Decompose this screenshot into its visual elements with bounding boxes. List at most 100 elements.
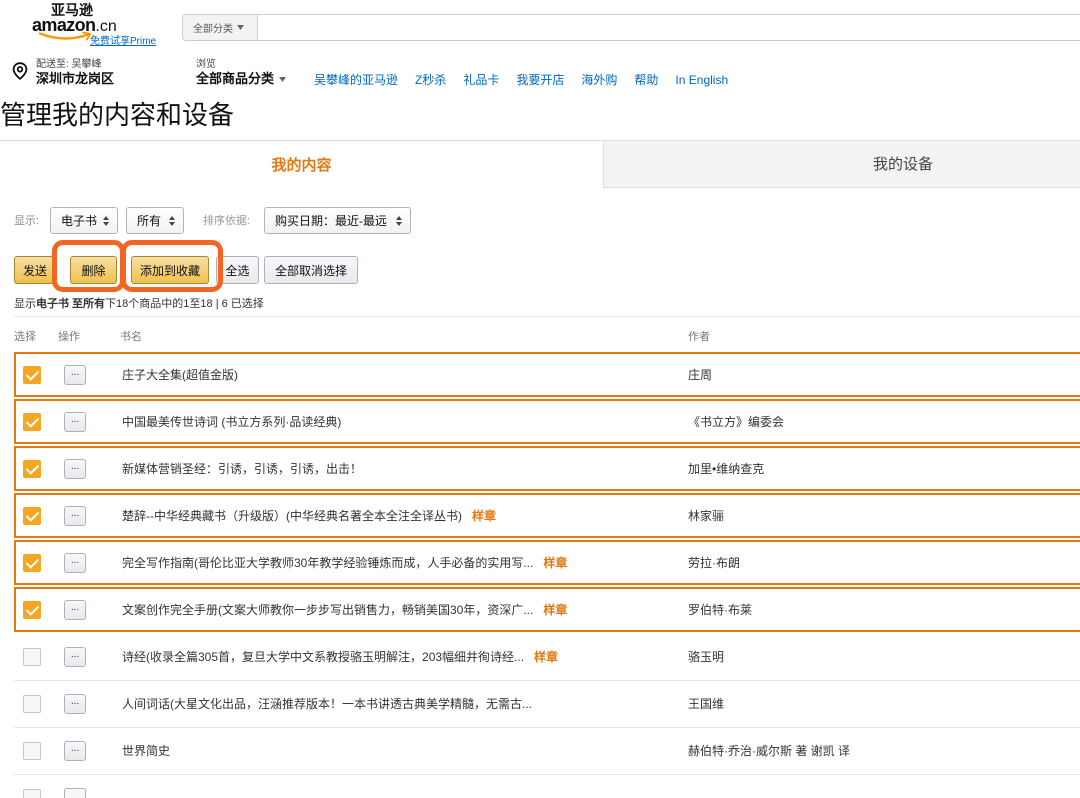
table-row[interactable]: ... 中国最美传世诗词 (书立方系列·品读经典) 《书立方》编委会 (0, 399, 1080, 446)
content-table-body: ... 庄子大全集(超值金版) 庄周... 中国最美传世诗词 (书立方系列·品读经典)… (0, 352, 1080, 798)
nav-link[interactable]: Z秒杀 (415, 73, 446, 88)
book-title[interactable]: 文案创作完全手册(文案大师教你一步步写出销售力，畅销美国30年，资深广... 样章 (122, 603, 567, 618)
all-categories-menu[interactable]: 全部商品分类 (196, 71, 287, 87)
send-button[interactable]: 发送 (14, 256, 56, 284)
nav-link[interactable]: 帮助 (634, 73, 658, 88)
results-status: 显示电子书 至所有下18个商品中的1至18 | 6 已选择 (14, 297, 264, 311)
deselect-all-button[interactable]: 全部取消选择 (264, 256, 358, 284)
search-input[interactable] (258, 14, 1080, 41)
row-actions-button[interactable]: ... (64, 459, 86, 479)
nav-link[interactable]: 我要开店 (516, 73, 564, 88)
book-title[interactable]: 人间词话(大星文化出品，汪涵推荐版本！一本书讲透古典美学精髓，无需古... (122, 697, 532, 712)
nav-links: 吴攀峰的亚马逊 Z秒杀 礼品卡 我要开店 海外购 帮助 In English (314, 73, 728, 88)
book-title[interactable]: 庄子大全集(超值金版) (122, 368, 238, 383)
book-title[interactable]: 完全写作指南(哥伦比亚大学教师30年教学经验锤炼而成，人手必备的实用写... 样章 (122, 556, 567, 571)
table-row[interactable]: ... 世界简史 赫伯特·乔治·威尔斯 著 谢凯 译 (0, 728, 1080, 775)
row-actions-button[interactable]: ... (64, 600, 86, 620)
amazon-smile-icon (38, 31, 91, 41)
row-checkbox[interactable] (23, 695, 41, 713)
book-title[interactable]: 世界简史 (122, 744, 170, 759)
book-title[interactable]: 新媒体营销圣经：引诱，引诱，引诱，出击！ (122, 462, 362, 477)
book-title-text: 庄子大全集(超值金版) (122, 368, 238, 382)
row-actions-button[interactable]: ... (64, 553, 86, 573)
nav-link[interactable]: 礼品卡 (463, 73, 499, 88)
book-author: 罗伯特·布莱 (688, 603, 752, 617)
book-author: 劳拉·布朗 (688, 556, 740, 570)
row-actions-button[interactable]: ... (64, 506, 86, 526)
book-author: 王国维 (688, 697, 725, 711)
column-header-author[interactable]: 作者 (688, 331, 710, 344)
sample-badge[interactable]: 样章 (472, 509, 496, 523)
book-title[interactable]: 诗经(收录全篇305首，复旦大学中文系教授骆玉明解注，203幅细井徇诗经... 样… (122, 650, 558, 665)
select-arrows-icon (396, 215, 402, 226)
row-checkbox[interactable] (23, 742, 41, 760)
sort-select[interactable]: 购买日期：最近-最远 (264, 207, 411, 234)
table-row[interactable]: ... 完全写作指南(哥伦比亚大学教师30年教学经验锤炼而成，人手必备的实用写..… (0, 540, 1080, 587)
status-count: 下18个商品中的1至18 | 6 已选择 (105, 298, 264, 310)
row-actions-button[interactable]: ... (64, 412, 86, 432)
table-row[interactable]: ... 人间词话(大星文化出品，汪涵推荐版本！一本书讲透古典美学精髓，无需古...… (0, 681, 1080, 728)
book-author: 林家骊 (688, 509, 725, 523)
delete-button[interactable]: 删除 (70, 256, 117, 284)
nav-link[interactable]: In English (675, 73, 728, 88)
caret-down-icon (279, 76, 287, 82)
row-checkbox[interactable] (23, 601, 41, 619)
column-header-title[interactable]: 书名 (120, 331, 142, 344)
table-row[interactable]: ... 楚辞--中华经典藏书（升级版）(中华经典名著全本全注全译丛书) 样章 林家骊 (0, 493, 1080, 540)
book-author: 骆玉明 (688, 650, 725, 664)
book-title-text: 世界简史 (122, 744, 171, 758)
deliver-to-label: 配送至: 吴攀峰 (36, 59, 102, 70)
select-value: 购买日期：最近-最远 (275, 214, 387, 228)
location-pin-icon (12, 62, 28, 80)
sample-badge[interactable]: 样章 (543, 556, 567, 570)
row-actions-button[interactable]: ... (64, 694, 86, 714)
column-header-actions: 操作 (58, 331, 80, 343)
book-title-text: 人间词话(大星文化出品，汪涵推荐版本！一本书讲透古典美学精髓，无需古... (122, 697, 533, 711)
row-checkbox[interactable] (23, 507, 41, 525)
tab-my-content[interactable]: 我的内容 (0, 140, 603, 188)
book-title-text: 楚辞--中华经典藏书（升级版）(中华经典名著全本全注全译丛书) (122, 509, 462, 523)
book-author: 加里•维纳查克 (688, 462, 765, 476)
book-title[interactable]: 中国最美传世诗词 (书立方系列·品读经典) (122, 415, 341, 430)
table-row[interactable]: ... 新媒体营销圣经：引诱，引诱，引诱，出击！ 加里•维纳查克 (0, 446, 1080, 493)
caret-down-icon (237, 25, 244, 30)
tab-my-devices[interactable]: 我的设备 (603, 140, 1080, 188)
row-actions-button[interactable]: ... (64, 647, 86, 667)
row-checkbox[interactable] (23, 554, 41, 572)
table-row[interactable]: ... 文案创作完全手册(文案大师教你一步步写出销售力，畅销美国30年，资深广..… (0, 587, 1080, 634)
row-checkbox[interactable] (23, 413, 41, 431)
book-author: 《书立方》编委会 (688, 415, 785, 429)
scope-select[interactable]: 所有 (126, 207, 184, 234)
book-title[interactable]: 楚辞--中华经典藏书（升级版）(中华经典名著全本全注全译丛书) 样章 (122, 509, 496, 524)
table-row[interactable]: ... 庄子大全集(超值金版) 庄周 (0, 352, 1080, 399)
page-title: 管理我的内容和设备 (0, 100, 235, 130)
table-row-partial[interactable] (0, 775, 1080, 798)
row-checkbox[interactable] (23, 648, 41, 666)
book-title-text: 文案创作完全手册(文案大师教你一步步写出销售力，畅销美国30年，资深广... (122, 603, 534, 617)
show-label: 显示: (14, 215, 40, 227)
add-to-collection-button[interactable]: 添加到收藏 (131, 256, 209, 284)
row-checkbox[interactable] (23, 366, 41, 384)
sample-badge[interactable]: 样章 (543, 603, 567, 617)
status-prefix: 显示 (14, 298, 36, 310)
logo-suffix: .cn (95, 18, 117, 35)
search-category-dropdown[interactable]: 全部分类 (182, 14, 258, 41)
row-checkbox[interactable] (23, 789, 41, 798)
row-checkbox[interactable] (23, 460, 41, 478)
column-header-select: 选择 (14, 331, 36, 343)
row-actions-button[interactable]: ... (64, 365, 86, 385)
row-actions-button[interactable] (64, 788, 86, 798)
all-categories-label: 全部商品分类 (196, 71, 275, 86)
book-title-text: 新媒体营销圣经：引诱，引诱，引诱，出击！ (122, 462, 363, 476)
sample-badge[interactable]: 样章 (534, 650, 558, 664)
content-type-select[interactable]: 电子书 (50, 207, 118, 234)
select-all-button[interactable]: 全选 (216, 256, 259, 284)
sort-label: 排序依据: (203, 215, 251, 227)
prime-trial-link[interactable]: 免费试享Prime (90, 36, 156, 48)
nav-link[interactable]: 吴攀峰的亚马逊 (314, 73, 398, 88)
table-row[interactable]: ... 诗经(收录全篇305首，复旦大学中文系教授骆玉明解注，203幅细井徇诗经.… (0, 634, 1080, 681)
row-actions-button[interactable]: ... (64, 741, 86, 761)
nav-link[interactable]: 海外购 (581, 73, 617, 88)
book-author: 赫伯特·乔治·威尔斯 著 谢凯 译 (688, 744, 850, 758)
tab-label: 我的设备 (873, 156, 934, 173)
